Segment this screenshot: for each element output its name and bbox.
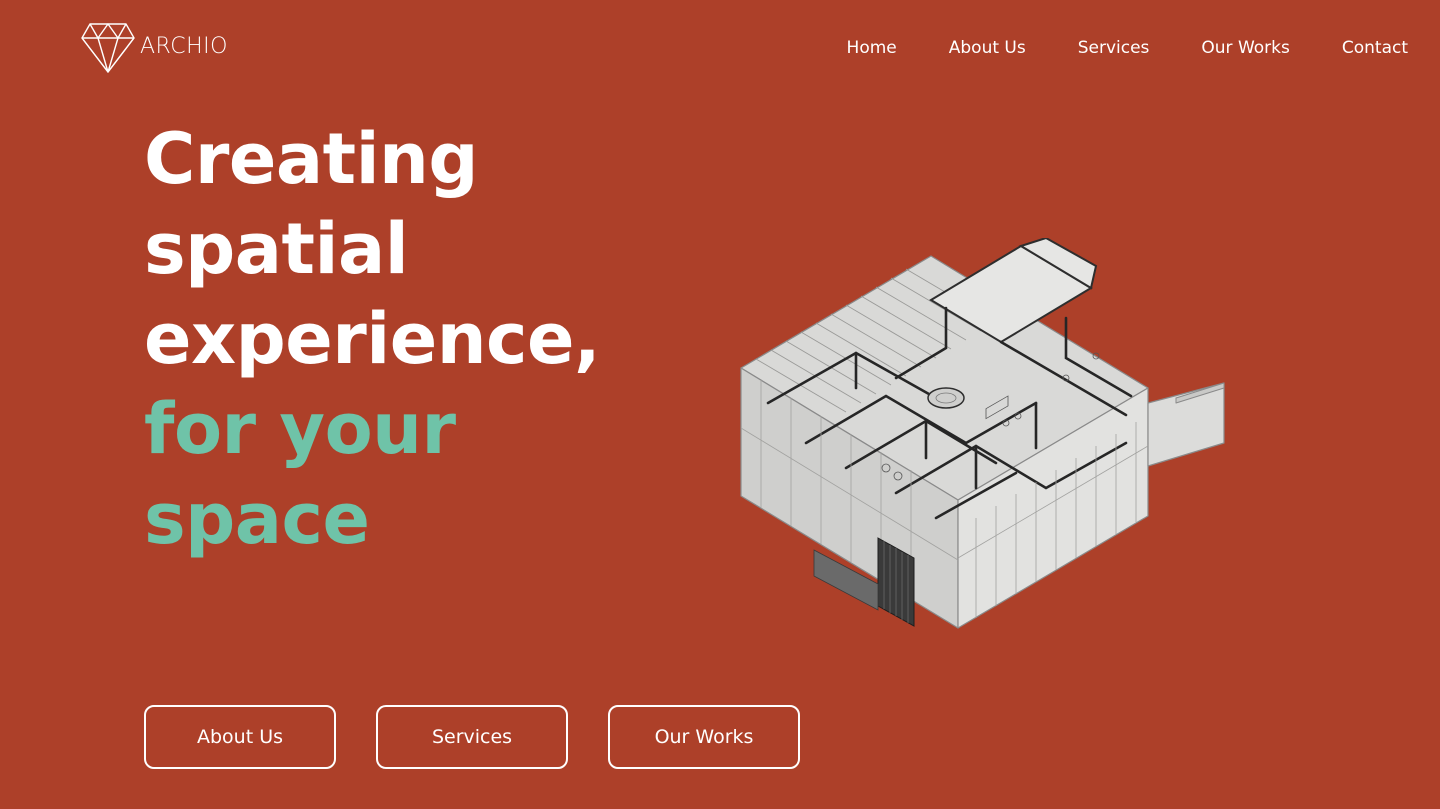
nav-about-us[interactable]: About Us	[949, 36, 1026, 60]
nav-home[interactable]: Home	[847, 36, 897, 60]
nav-contact[interactable]: Contact	[1342, 36, 1408, 60]
hero-accent-line-1: for your	[144, 388, 456, 470]
hero-headline: Creating spatial experience, for your sp…	[144, 114, 601, 564]
brand-name: ARCHIO	[140, 33, 228, 59]
landing-page: ARCHIO Home About Us Services Our Works …	[0, 0, 1440, 809]
hero-line-2: spatial	[144, 208, 409, 290]
nav-our-works[interactable]: Our Works	[1201, 36, 1289, 60]
isometric-floor-plan-illustration	[740, 238, 1225, 629]
hero-line-3: experience,	[144, 298, 601, 380]
main-nav: Home About Us Services Our Works Contact	[795, 36, 1408, 60]
our-works-button[interactable]: Our Works	[608, 705, 800, 769]
services-button[interactable]: Services	[376, 705, 568, 769]
nav-services[interactable]: Services	[1078, 36, 1150, 60]
cta-button-row: About Us Services Our Works	[144, 705, 840, 769]
about-us-button[interactable]: About Us	[144, 705, 336, 769]
hero-accent-line-2: space	[144, 478, 370, 560]
diamond-icon	[81, 23, 135, 73]
brand-logo[interactable]: ARCHIO	[80, 22, 228, 74]
hero-line-1: Creating	[144, 118, 479, 200]
